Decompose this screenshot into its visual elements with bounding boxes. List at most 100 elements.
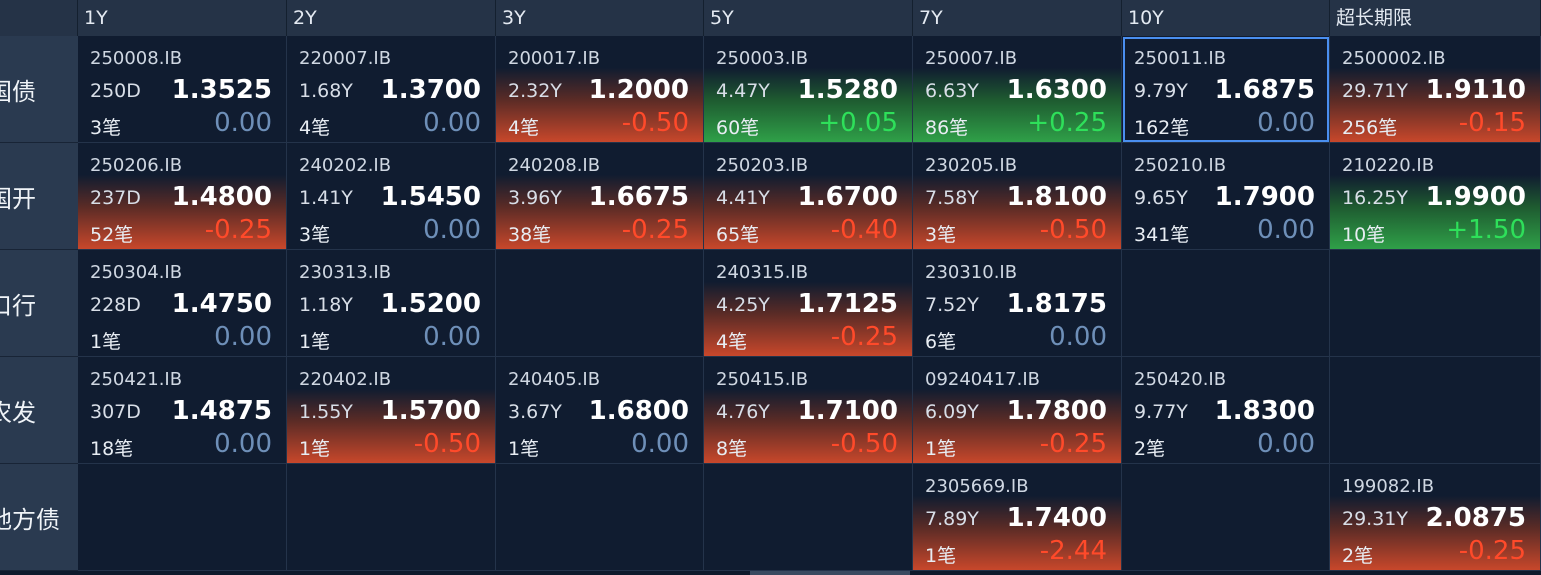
bond-code: 250003.IB	[716, 48, 809, 69]
row-label-text: 国开	[0, 184, 36, 213]
bond-code: 230205.IB	[925, 155, 1018, 176]
remaining-term: 237D	[90, 187, 141, 209]
yield-change: -0.50	[830, 429, 898, 459]
bond-quote-cell[interactable]: 250210.IB 9.65Y 1.7900 341笔 0.00	[1122, 143, 1330, 250]
empty-cell	[496, 464, 704, 571]
bond-code: 200017.IB	[508, 48, 601, 69]
yield-value: 1.7900	[1214, 182, 1315, 212]
bond-quote-cell[interactable]: 250003.IB 4.47Y 1.5280 60笔 +0.05	[704, 36, 913, 143]
trade-count: 65笔	[716, 224, 760, 246]
empty-cell	[496, 250, 704, 357]
horizontal-scrollbar[interactable]	[750, 571, 910, 575]
trade-count: 256笔	[1342, 117, 1398, 139]
bond-quote-cell[interactable]: 199082.IB 29.31Y 2.0875 2笔 -0.25	[1330, 464, 1541, 571]
column-header-5[interactable]: 10Y	[1122, 0, 1330, 36]
row-label[interactable]: 地方债	[0, 464, 78, 571]
bond-quote-cell[interactable]: 250007.IB 6.63Y 1.6300 86笔 +0.25	[913, 36, 1122, 143]
bond-quote-cell[interactable]: 2305669.IB 7.89Y 1.7400 1笔 -2.44	[913, 464, 1122, 571]
yield-change: 0.00	[1257, 429, 1315, 459]
bond-quote-cell[interactable]: 250008.IB 250D 1.3525 3笔 0.00	[78, 36, 287, 143]
bond-quote-cell[interactable]: 240315.IB 4.25Y 1.7125 4笔 -0.25	[704, 250, 913, 357]
trade-count: 60笔	[716, 117, 760, 139]
column-header-1[interactable]: 2Y	[287, 0, 496, 36]
trade-count: 1笔	[925, 438, 957, 460]
yield-value: 1.7400	[1006, 503, 1107, 533]
bond-code: 240315.IB	[716, 262, 809, 283]
trade-count: 2笔	[1134, 438, 1166, 460]
row-label[interactable]: 口行	[0, 250, 78, 357]
row-label[interactable]: 国债	[0, 36, 78, 143]
yield-value: 1.6800	[588, 396, 689, 426]
bond-quote-cell[interactable]: 230313.IB 1.18Y 1.5200 1笔 0.00	[287, 250, 496, 357]
yield-change: -0.25	[1039, 429, 1107, 459]
remaining-term: 1.55Y	[299, 401, 353, 423]
bond-quote-cell[interactable]: 250304.IB 228D 1.4750 1笔 0.00	[78, 250, 287, 357]
remaining-term: 2.32Y	[508, 80, 562, 102]
yield-value: 1.5450	[380, 182, 481, 212]
bond-quote-cell[interactable]: 230205.IB 7.58Y 1.8100 3笔 -0.50	[913, 143, 1122, 250]
trade-count: 4笔	[716, 331, 748, 353]
column-header-4[interactable]: 7Y	[913, 0, 1122, 36]
yield-change: 0.00	[423, 215, 481, 245]
bond-quote-cell[interactable]: 210220.IB 16.25Y 1.9900 10笔 +1.50	[1330, 143, 1541, 250]
remaining-term: 7.89Y	[925, 508, 979, 530]
bond-quote-cell[interactable]: 240405.IB 3.67Y 1.6800 1笔 0.00	[496, 357, 704, 464]
yield-change: -0.40	[830, 215, 898, 245]
yield-change: +1.50	[1446, 215, 1526, 245]
yield-value: 1.7800	[1006, 396, 1107, 426]
bond-quote-cell[interactable]: 230310.IB 7.52Y 1.8175 6笔 0.00	[913, 250, 1122, 357]
bond-quote-cell[interactable]: 250203.IB 4.41Y 1.6700 65笔 -0.40	[704, 143, 913, 250]
column-header-2[interactable]: 3Y	[496, 0, 704, 36]
yield-change: 0.00	[423, 322, 481, 352]
yield-value: 1.6875	[1214, 75, 1315, 105]
yield-value: 1.8300	[1214, 396, 1315, 426]
row-label-text: 地方债	[0, 505, 60, 534]
bond-quote-cell[interactable]: 200017.IB 2.32Y 1.2000 4笔 -0.50	[496, 36, 704, 143]
remaining-term: 228D	[90, 294, 141, 316]
bond-quote-cell[interactable]: 220402.IB 1.55Y 1.5700 1笔 -0.50	[287, 357, 496, 464]
column-header-6[interactable]: 超长期限	[1330, 0, 1541, 36]
row-label[interactable]: 国开	[0, 143, 78, 250]
yield-matrix: 1Y2Y3Y5Y7Y10Y超长期限 国债 250008.IB 250D 1.3525 3…	[0, 0, 1541, 575]
bond-code: 250210.IB	[1134, 155, 1227, 176]
yield-value: 2.0875	[1425, 503, 1526, 533]
bond-quote-cell[interactable]: 240202.IB 1.41Y 1.5450 3笔 0.00	[287, 143, 496, 250]
yield-value: 1.7125	[797, 289, 898, 319]
bond-quote-cell[interactable]: 250420.IB 9.77Y 1.8300 2笔 0.00	[1122, 357, 1330, 464]
bond-code: 250421.IB	[90, 369, 183, 390]
remaining-term: 3.96Y	[508, 187, 562, 209]
trade-count: 10笔	[1342, 224, 1386, 246]
trade-count: 2笔	[1342, 545, 1374, 567]
bond-quote-cell[interactable]: 250011.IB 9.79Y 1.6875 162笔 0.00	[1122, 36, 1330, 143]
remaining-term: 1.41Y	[299, 187, 353, 209]
yield-change: 0.00	[423, 108, 481, 138]
trade-count: 3笔	[299, 224, 331, 246]
yield-value: 1.7100	[797, 396, 898, 426]
bond-quote-cell[interactable]: 250415.IB 4.76Y 1.7100 8笔 -0.50	[704, 357, 913, 464]
row-label[interactable]: 农发	[0, 357, 78, 464]
trade-count: 4笔	[299, 117, 331, 139]
header-corner	[0, 0, 78, 36]
yield-value: 1.2000	[588, 75, 689, 105]
row-label-text: 口行	[0, 291, 36, 320]
bond-quote-cell[interactable]: 240208.IB 3.96Y 1.6675 38笔 -0.25	[496, 143, 704, 250]
bond-quote-cell[interactable]: 250206.IB 237D 1.4800 52笔 -0.25	[78, 143, 287, 250]
trade-count: 18笔	[90, 438, 134, 460]
yield-change: +0.25	[1027, 108, 1107, 138]
yield-value: 1.5200	[380, 289, 481, 319]
trade-count: 3笔	[925, 224, 957, 246]
empty-cell	[1122, 250, 1330, 357]
column-header-0[interactable]: 1Y	[78, 0, 287, 36]
yield-value: 1.3525	[171, 75, 272, 105]
bond-quote-cell[interactable]: 2500002.IB 29.71Y 1.9110 256笔 -0.15	[1330, 36, 1541, 143]
remaining-term: 250D	[90, 80, 141, 102]
column-header-3[interactable]: 5Y	[704, 0, 913, 36]
empty-cell	[287, 464, 496, 571]
bond-quote-cell[interactable]: 220007.IB 1.68Y 1.3700 4笔 0.00	[287, 36, 496, 143]
bond-quote-cell[interactable]: 250421.IB 307D 1.4875 18笔 0.00	[78, 357, 287, 464]
bond-code: 250420.IB	[1134, 369, 1227, 390]
remaining-term: 4.76Y	[716, 401, 770, 423]
yield-value: 1.9110	[1425, 75, 1526, 105]
bond-quote-cell[interactable]: 09240417.IB 6.09Y 1.7800 1笔 -0.25	[913, 357, 1122, 464]
row-label-text: 国债	[0, 77, 36, 106]
